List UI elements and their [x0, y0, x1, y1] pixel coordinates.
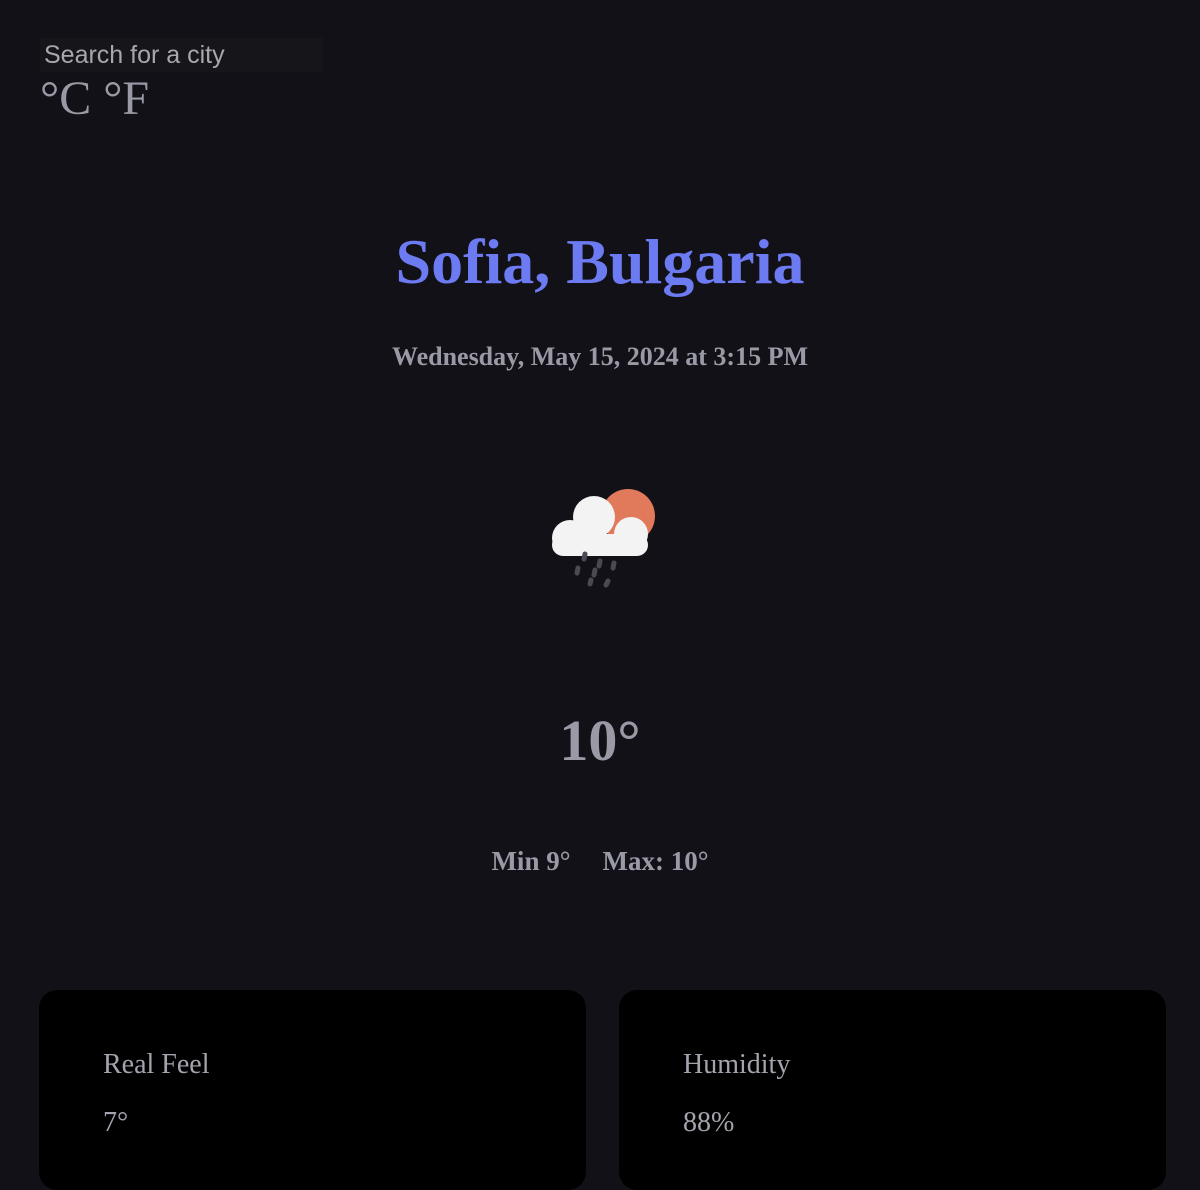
cloud-sun-rain-icon: [552, 489, 655, 588]
city-title: Sofia, Bulgaria: [395, 226, 805, 297]
card-label: Real Feel: [103, 1049, 210, 1080]
top-controls: °C °F: [40, 38, 323, 126]
current-temperature: 10°: [559, 708, 641, 773]
current-datetime: Wednesday, May 15, 2024 at 3:15 PM: [392, 342, 808, 371]
card-value: 7°: [103, 1107, 129, 1138]
celsius-button[interactable]: °C: [40, 72, 91, 126]
real-feel-card: Real Feel 7°: [39, 990, 586, 1190]
min-max-temperature: Min 9° Max: 10°: [0, 844, 1200, 878]
detail-cards: Real Feel 7° Humidity 88%: [39, 990, 1166, 1190]
min-temperature: Min 9°: [491, 846, 571, 876]
unit-toggle: °C °F: [40, 72, 323, 126]
fahrenheit-button[interactable]: °F: [103, 72, 149, 126]
search-input[interactable]: [40, 38, 323, 72]
card-label: Humidity: [683, 1049, 791, 1080]
max-temperature: Max: 10°: [602, 846, 709, 876]
humidity-card: Humidity 88%: [619, 990, 1166, 1190]
card-value: 88%: [683, 1107, 735, 1138]
